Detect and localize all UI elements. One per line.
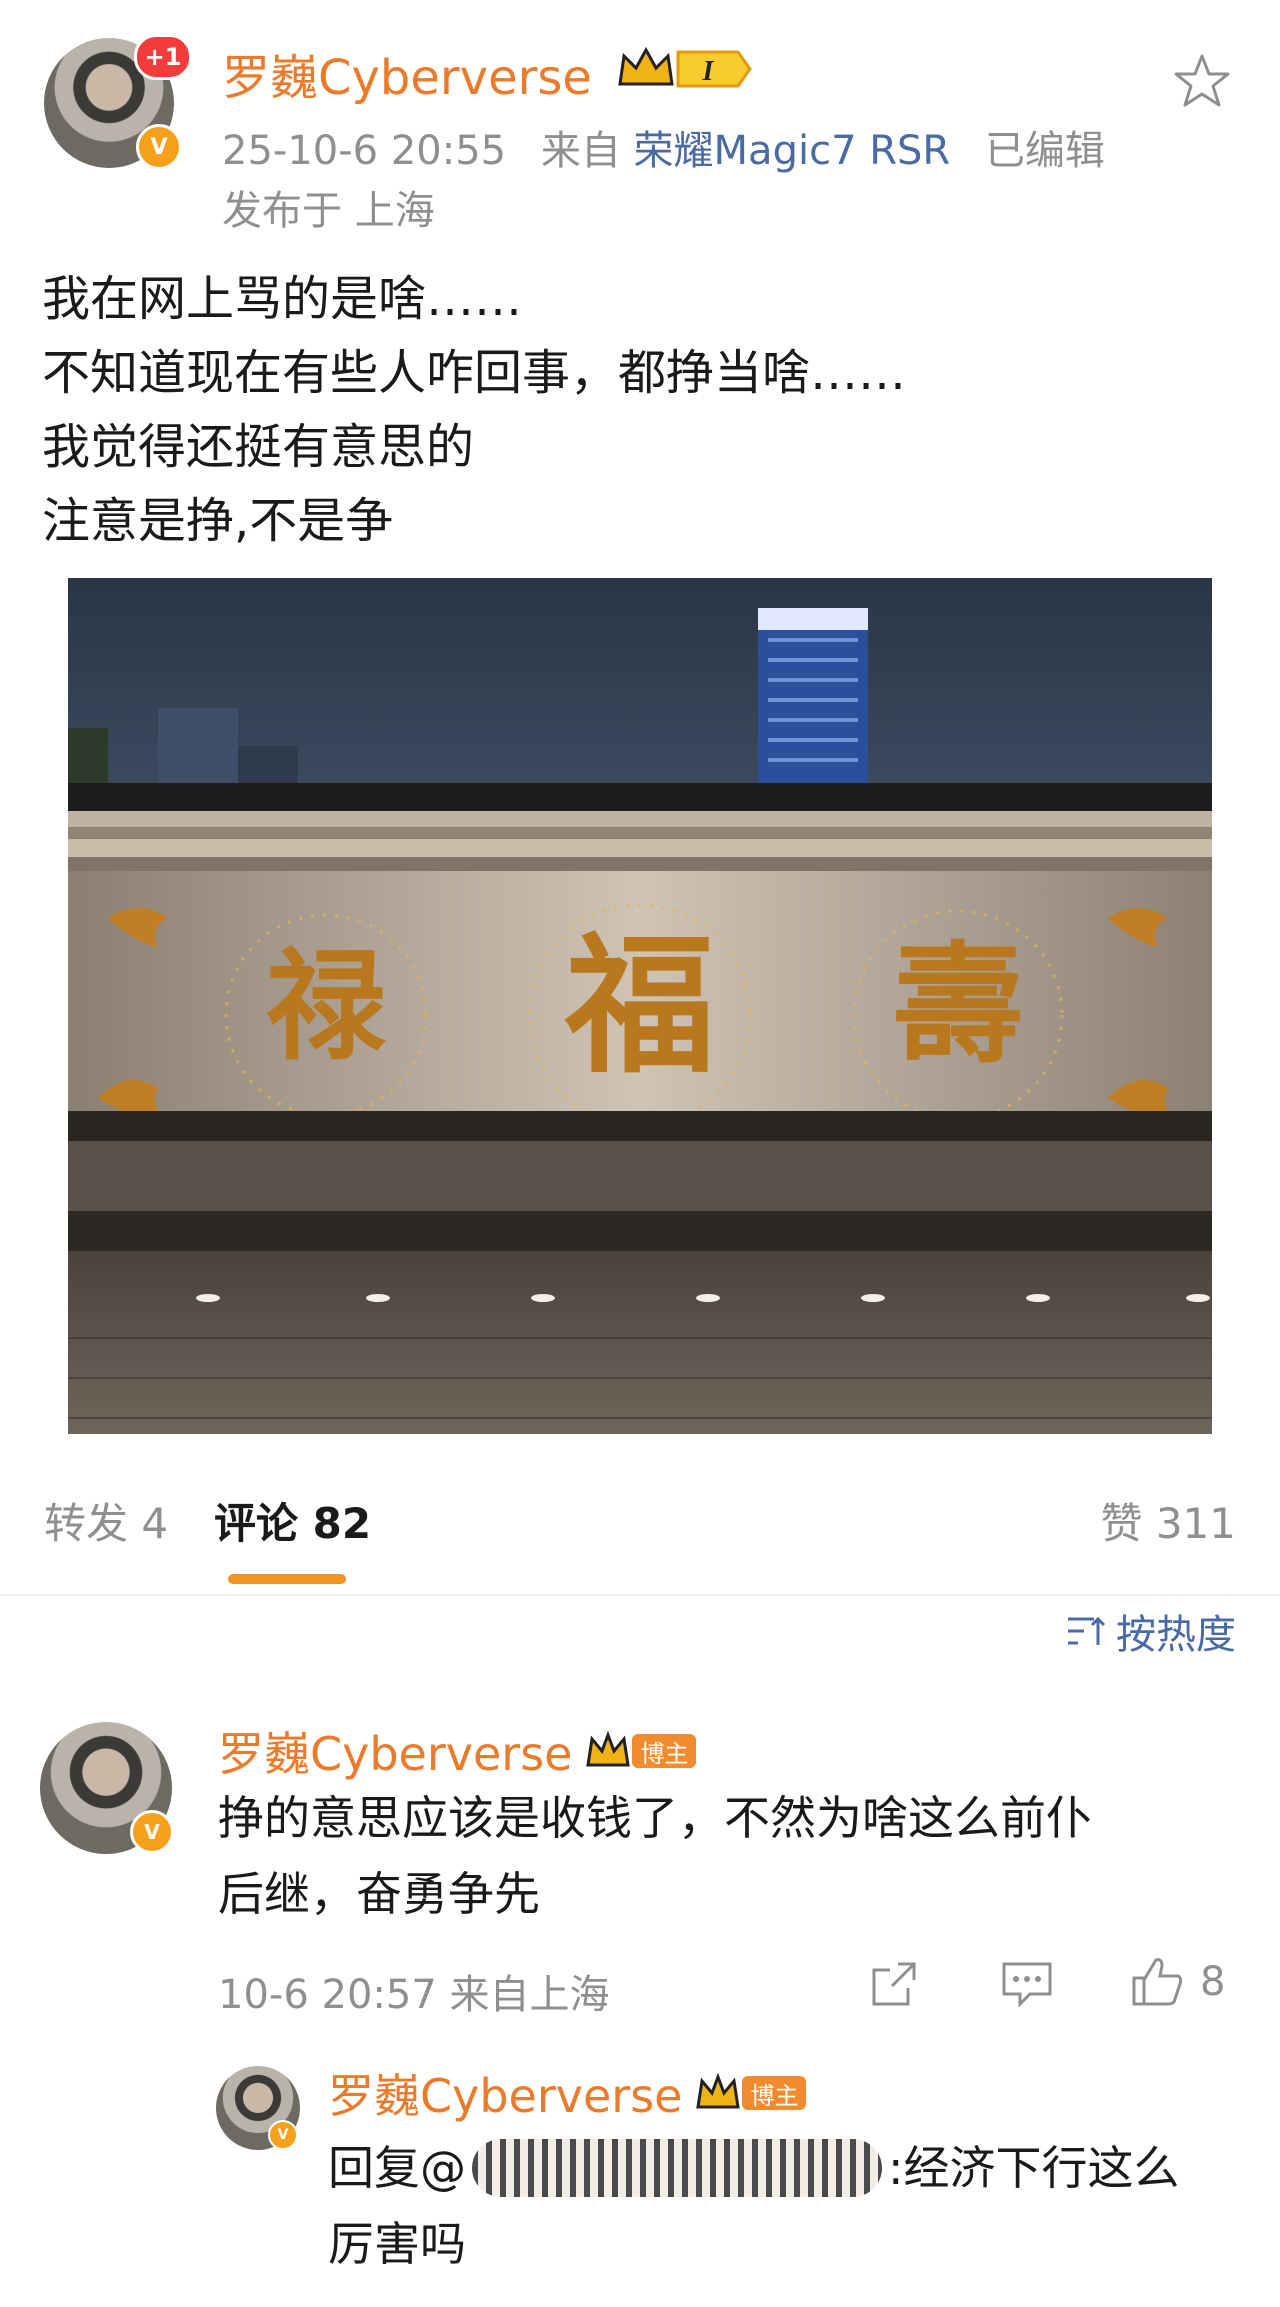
post-body: 我在网上骂的是啥…… 不知道现在有些人咋回事，都挣当啥…… 我觉得还挺有意思的 … (42, 262, 906, 558)
verified-icon: V (268, 2120, 298, 2150)
device-link[interactable]: 荣耀Magic7 RSR (634, 128, 951, 174)
verified-icon: V (130, 1810, 174, 1854)
comment-body: 挣的意思应该是收钱了，不然为啥这么前仆 后继，奋勇争先 (218, 1780, 1092, 1932)
comment-author[interactable]: 罗巍Cyberverse (218, 1718, 572, 1784)
tab-active-indicator (228, 1574, 346, 1584)
tab-likes[interactable]: 赞 311 (1100, 1490, 1236, 1551)
svg-text:I: I (702, 56, 715, 87)
post-time: 25-10-6 20:55 (222, 128, 507, 174)
thumbs-up-icon (1130, 1954, 1186, 2010)
post-line: 我在网上骂的是啥…… (42, 271, 523, 327)
author-name[interactable]: 罗巍Cyberverse (222, 38, 592, 108)
post-line: 不知道现在有些人咋回事，都挣当啥…… (42, 345, 907, 401)
edited-label[interactable]: 已编辑 (985, 128, 1105, 174)
host-badge: 博主 (742, 2076, 807, 2110)
comment-line: 后继，奋勇争先 (218, 1867, 540, 1921)
like-count: 8 (1200, 1959, 1226, 2005)
notification-badge: +1 (134, 34, 192, 80)
post-meta: 25-10-6 20:55 来自 荣耀Magic7 RSR 已编辑 (222, 118, 1105, 176)
reply-header: 罗巍Cyberverse 博主 (328, 2060, 807, 2126)
like-button[interactable]: 8 (1130, 1954, 1225, 2010)
sort-icon (1064, 1611, 1108, 1651)
reply-body: 回复@ :经济下行这么 厉害吗 (328, 2130, 1180, 2282)
crown-icon (694, 2072, 742, 2113)
reply-line: 回复@ :经济下行这么 (328, 2130, 1180, 2206)
svg-text:福: 福 (564, 918, 715, 1094)
comment-header: 罗巍Cyberverse 博主 (218, 1718, 697, 1784)
tab-comments[interactable]: 评论 82 (214, 1490, 371, 1551)
tab-repost[interactable]: 转发 4 (44, 1490, 168, 1551)
crown-level-icon: I (616, 44, 752, 94)
verified-icon: V (136, 124, 182, 170)
reply-author[interactable]: 罗巍Cyberverse (328, 2060, 682, 2126)
crown-icon (584, 1730, 632, 1771)
svg-text:壽: 壽 (893, 928, 1023, 1081)
reply-suffix: :经济下行这么 (888, 2141, 1180, 2195)
comment-meta: 10-6 20:57 来自上海 (218, 1972, 610, 2018)
post-line: 注意是挣,不是争 (42, 493, 394, 549)
post-line: 我觉得还挺有意思的 (42, 419, 475, 475)
tabs-divider (0, 1594, 1280, 1596)
comment-line: 挣的意思应该是收钱了，不然为啥这么前仆 (218, 1791, 1092, 1845)
favorite-star-icon[interactable] (1172, 52, 1232, 112)
reply-line: 厉害吗 (328, 2217, 466, 2271)
sort-label: 按热度 (1116, 1612, 1236, 1658)
reply-prefix: 回复@ (328, 2141, 466, 2195)
sort-button[interactable]: 按热度 (1064, 1602, 1236, 1660)
comment-icon[interactable] (1000, 1958, 1054, 2010)
post-image[interactable]: 禄 福 壽 (68, 578, 1212, 1434)
redacted-username (472, 2139, 882, 2197)
host-badge: 博主 (632, 1734, 697, 1768)
share-icon[interactable] (868, 1958, 920, 2010)
from-label: 来自 (540, 128, 621, 174)
post-location: 发布于 上海 (222, 188, 435, 234)
svg-text:禄: 禄 (266, 936, 387, 1077)
